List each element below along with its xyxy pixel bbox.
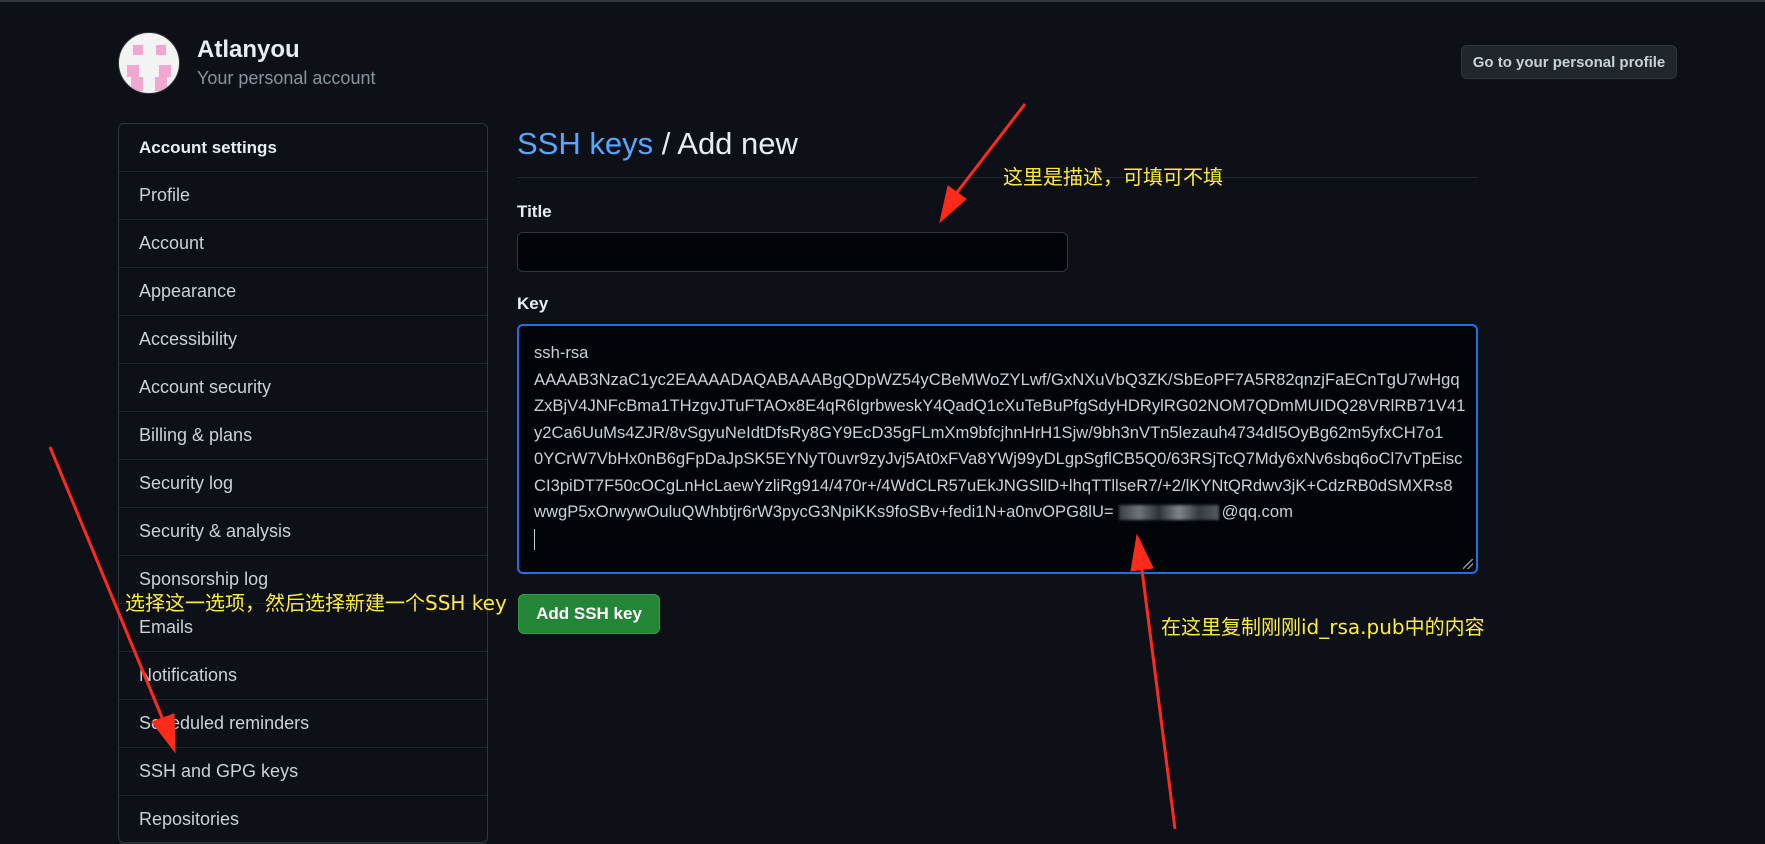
- annotation-arrows: [48, 103, 1177, 829]
